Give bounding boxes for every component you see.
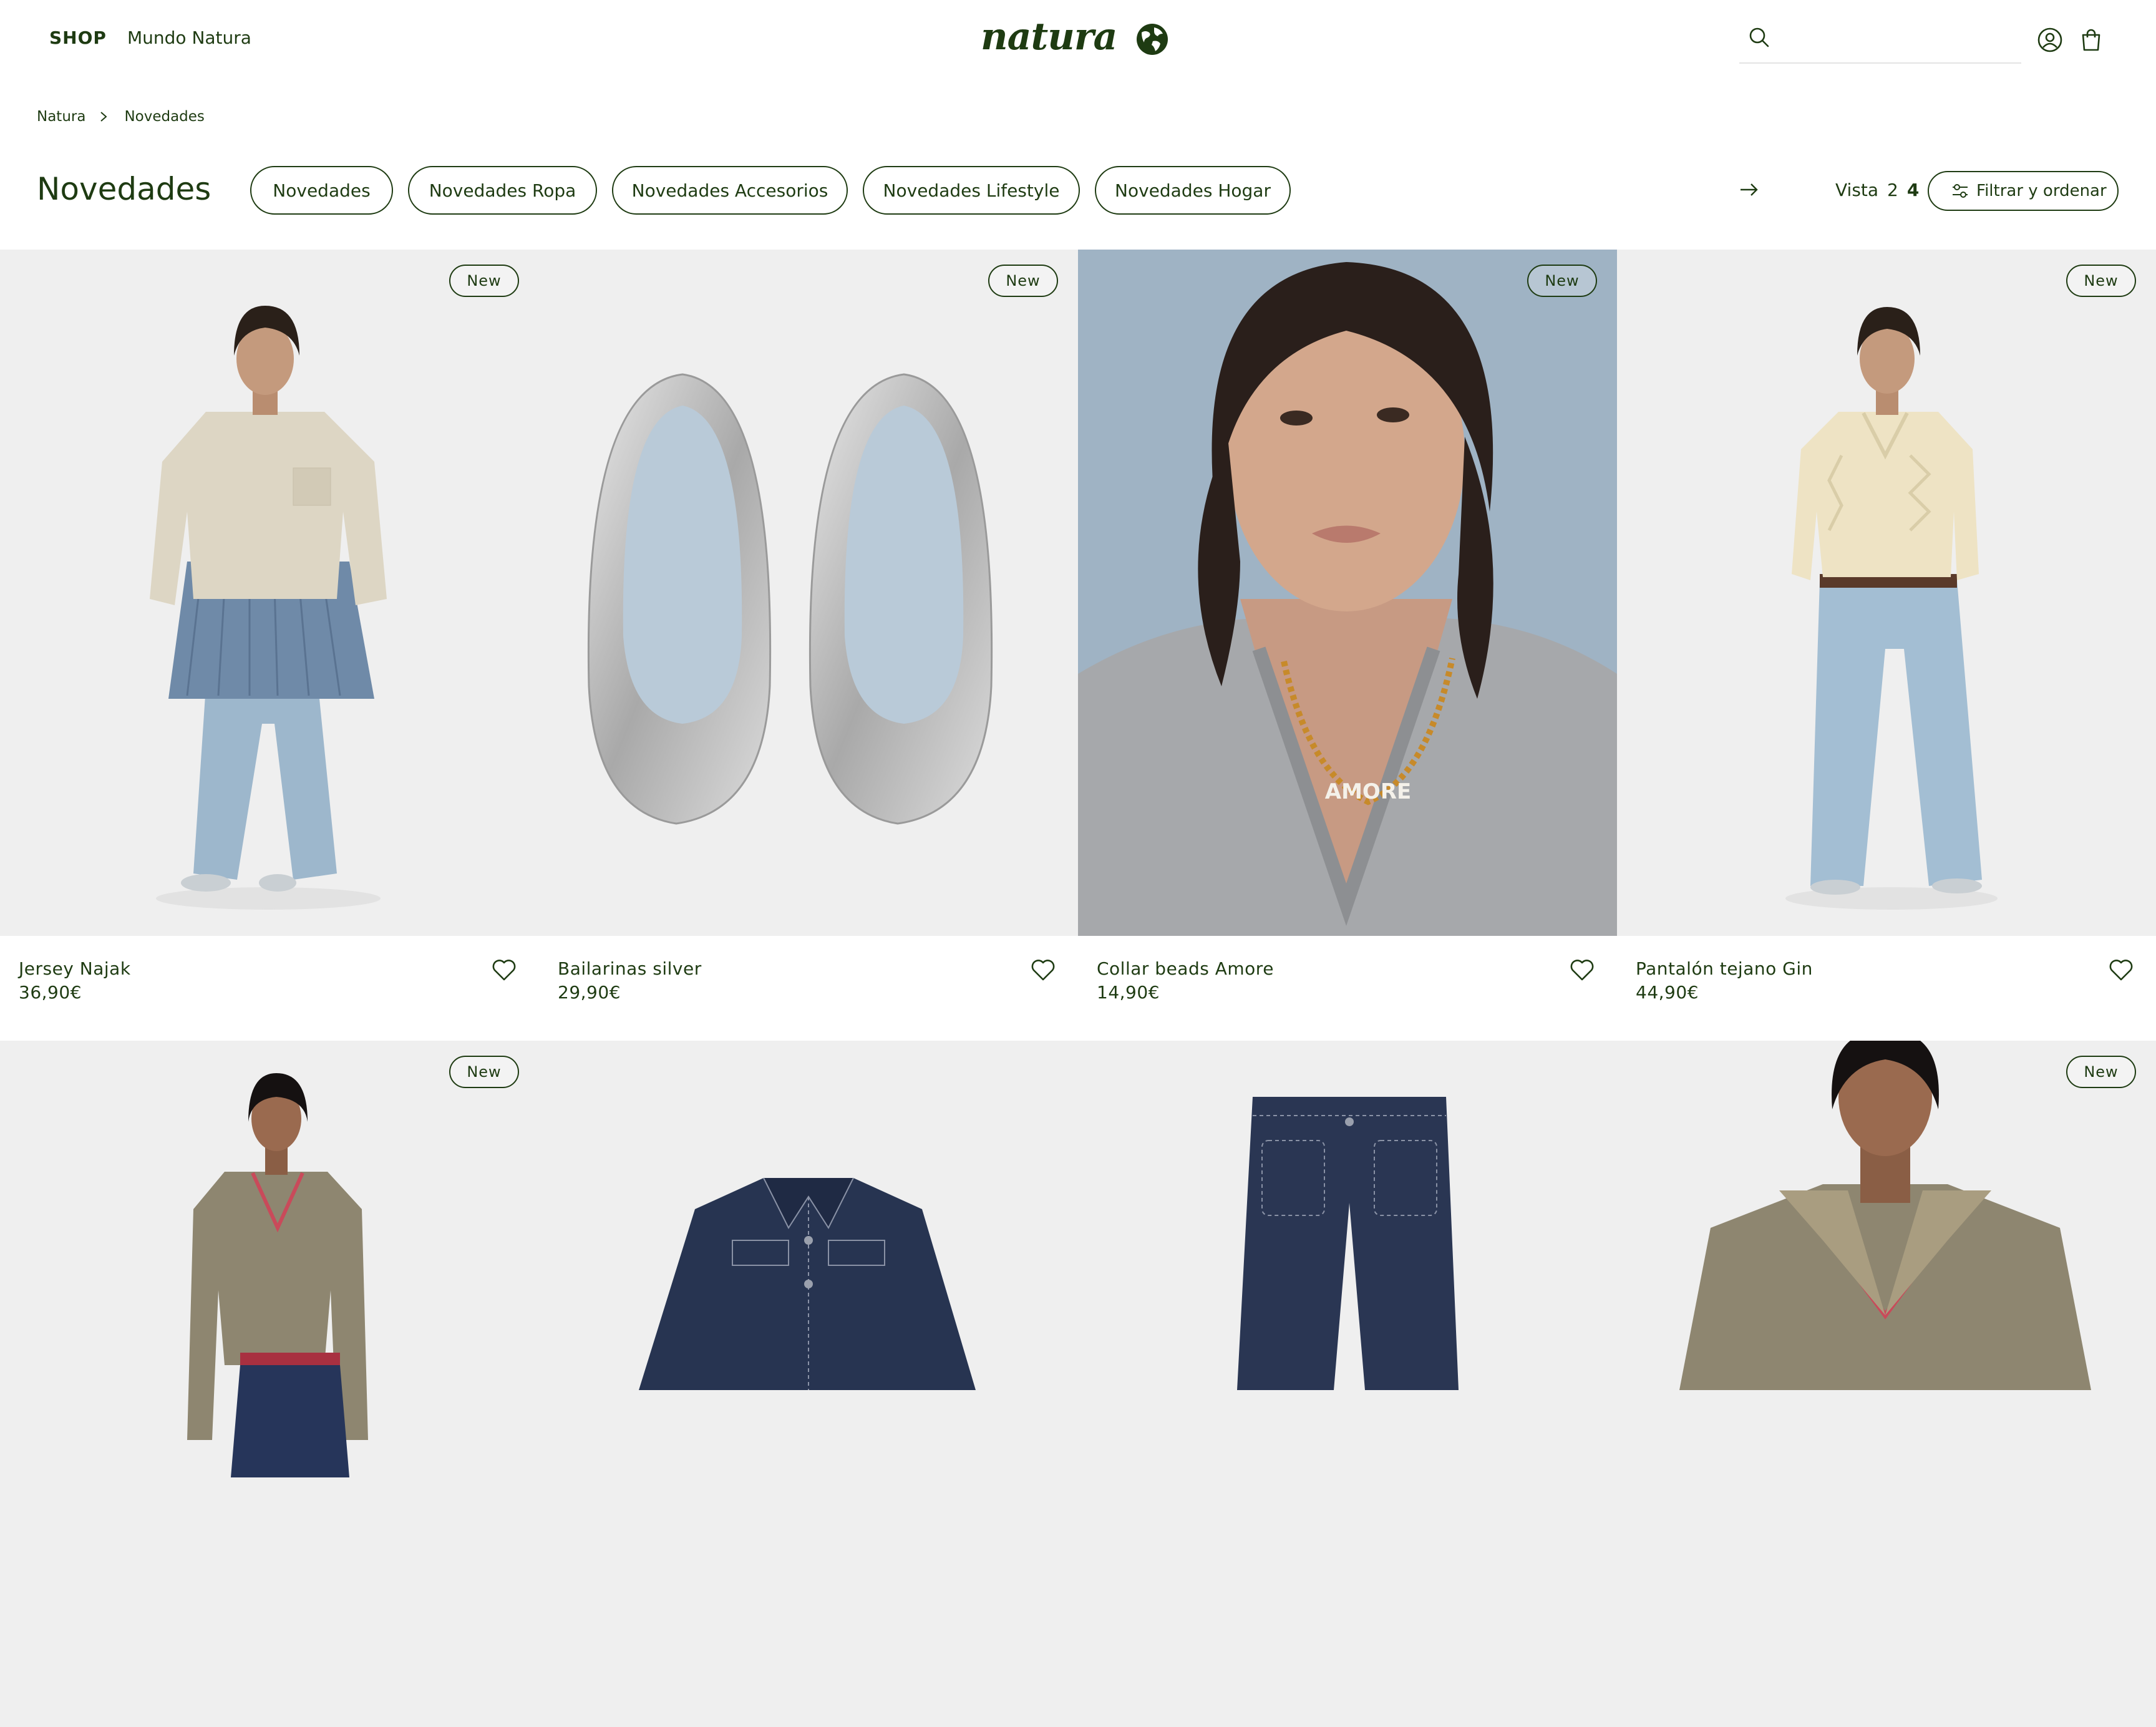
new-badge: New [1527,265,1597,297]
heart-icon[interactable] [1568,956,1596,983]
portrait-necklace-image: AMORE [1078,262,1617,936]
view-option-4[interactable]: 4 [1907,180,1919,200]
product-name[interactable]: Pantalón tejano Gin [1636,958,1813,979]
new-badge: New [2066,265,2136,297]
product-image[interactable]: AMORE New [1078,250,1617,936]
pill-novedades-lifestyle[interactable]: Novedades Lifestyle [863,166,1080,215]
denim-jacket-image [639,1177,976,1390]
product-image[interactable]: New [0,250,539,936]
silver-ballet-flats-image [587,373,993,825]
breadcrumb-item-natura[interactable]: Natura [37,109,85,125]
product-image[interactable]: New [0,1041,539,1727]
breadcrumb-item-novedades[interactable]: Novedades [124,109,204,125]
necklace-letters: AMORE [1325,779,1411,804]
product-price: 14,90€ [1097,982,1160,1003]
sliders-icon [1953,184,1968,198]
pill-novedades-hogar[interactable]: Novedades Hogar [1095,166,1291,215]
pill-novedades[interactable]: Novedades [250,166,393,215]
new-badge: New [449,265,519,297]
filter-sort-label: Filtrar y ordenar [1976,182,2107,200]
breadcrumb: Natura Novedades [37,106,205,127]
arrow-right-icon[interactable] [1738,178,1760,201]
new-badge: New [449,1056,519,1088]
heart-icon[interactable] [1029,956,1057,983]
page-title: Novedades [37,171,211,207]
product-image[interactable] [1078,1041,1617,1727]
chevron-right-icon [100,112,107,122]
product-price: 44,90€ [1636,982,1699,1003]
new-badge: New [2066,1056,2136,1088]
model-sweater-skirt-image [150,306,387,910]
natura-logo[interactable]: natura [981,15,1174,60]
product-image[interactable] [539,1041,1078,1727]
pill-novedades-accesorios[interactable]: Novedades Accesorios [612,166,848,215]
heart-icon[interactable] [490,956,518,983]
product-name[interactable]: Bailarinas silver [558,958,702,979]
heart-icon[interactable] [2107,956,2135,983]
model-polo-closeup-image [1679,1041,2091,1390]
product-name[interactable]: Jersey Najak [19,958,131,979]
product-name[interactable]: Collar beads Amore [1097,958,1274,979]
account-icon[interactable] [2036,26,2064,54]
logo-wordmark: natura [981,15,1117,59]
view-switcher: Vista 2 4 [1835,180,1919,200]
new-badge: New [988,265,1058,297]
product-info: Collar beads Amore 14,90€ [1078,936,1617,1041]
shopping-bag-icon[interactable] [2077,26,2105,54]
view-label: Vista [1835,180,1879,200]
search-icon[interactable] [1747,25,1772,50]
product-image[interactable]: New [539,250,1078,936]
model-cable-sweater-jeans-image [1785,307,1998,910]
model-striped-polo-image [187,1073,368,1477]
view-option-2[interactable]: 2 [1887,180,1898,200]
product-price: 36,90€ [19,982,82,1003]
nav-mundo-natura-link[interactable]: Mundo Natura [127,27,251,48]
product-info: Jersey Najak 36,90€ [0,936,539,1041]
globe-icon [1137,24,1168,55]
search-bar [1739,22,2021,64]
product-info: Pantalón tejano Gin 44,90€ [1617,936,2156,1041]
product-image[interactable]: New [1617,1041,2156,1727]
filter-sort-button[interactable]: Filtrar y ordenar [1928,171,2119,211]
product-info: Bailarinas silver 29,90€ [539,936,1078,1041]
nav-shop-link[interactable]: SHOP [49,27,107,48]
product-image[interactable]: New [1617,250,2156,936]
denim-trousers-image [1237,1097,1459,1390]
product-price: 29,90€ [558,982,621,1003]
search-input[interactable] [1779,26,2010,51]
site-header: SHOP Mundo Natura natura [0,0,2156,81]
pill-novedades-ropa[interactable]: Novedades Ropa [408,166,597,215]
